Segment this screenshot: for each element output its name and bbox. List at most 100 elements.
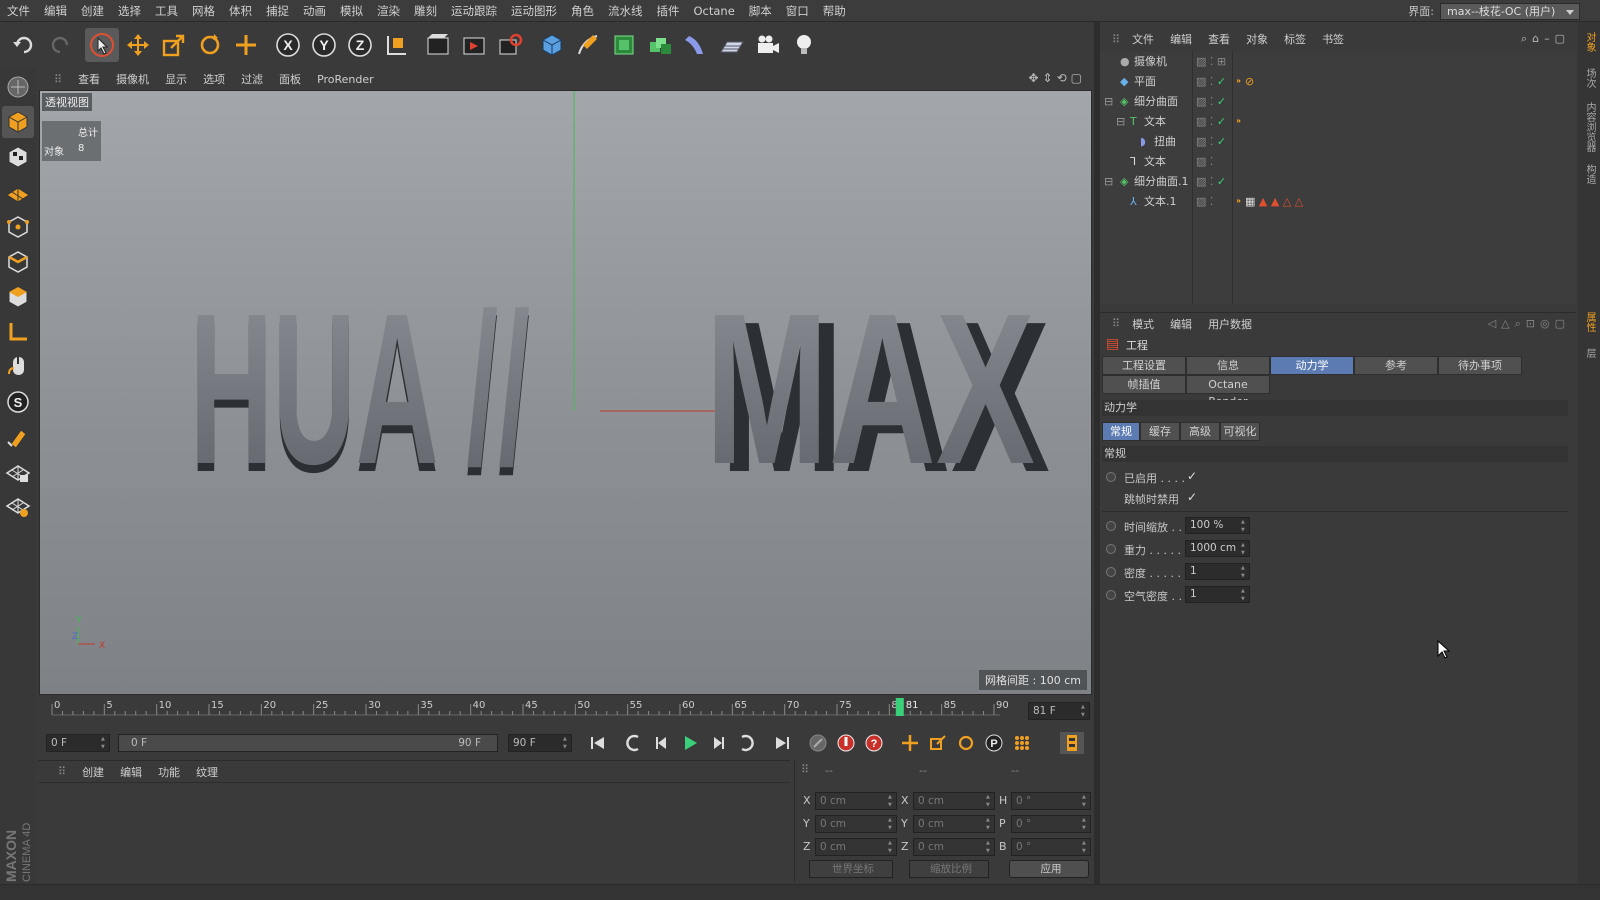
object-row[interactable]: ⊟ T 文本 ▨ ⁚ ✓ ⁍ <box>1100 112 1576 132</box>
om-menu-edit[interactable]: 编辑 <box>1162 31 1200 47</box>
go-to-start-icon[interactable] <box>586 732 610 754</box>
points-mode-icon[interactable] <box>2 211 34 243</box>
expand-icon[interactable]: ⊟ <box>1104 92 1113 112</box>
am-tool-icons[interactable]: ◁△⌕⊡◎▢ <box>1488 317 1570 331</box>
side-tab-objects[interactable]: 对象 <box>1581 32 1597 52</box>
visibility-toggle[interactable]: ▨ ⁚ ✓ <box>1196 92 1226 112</box>
om-menu-view[interactable]: 查看 <box>1200 31 1238 47</box>
size-z-field[interactable]: 0 cm <box>913 838 995 856</box>
snap-magnet-icon[interactable] <box>2 421 34 453</box>
om-menu-objects[interactable]: 对象 <box>1238 31 1276 47</box>
menu-pipeline[interactable]: 流水线 <box>601 0 650 22</box>
visibility-toggle[interactable]: ▨ ⁚ ✓ <box>1196 132 1226 152</box>
object-tree[interactable]: ● 摄像机 ▨ ⁚ ⊞ ◆ 平面 ▨ ⁚ ✓ ⁍ ⊘ ⊟ ◈ 细分曲面 ▨ ⁚ … <box>1100 52 1576 304</box>
visibility-toggle[interactable]: ▨ ⁚ <box>1196 152 1213 172</box>
tab-dynamics[interactable]: 动力学 <box>1270 356 1354 375</box>
anim-radio[interactable] <box>1106 472 1116 482</box>
mat-menu-texture[interactable]: 纹理 <box>188 764 226 780</box>
next-key-icon[interactable] <box>734 732 758 754</box>
size-x-field[interactable]: 0 cm <box>913 792 995 810</box>
world-coord-dropdown[interactable]: 世界坐标 <box>809 860 893 878</box>
side-tab-takes[interactable]: 场次 <box>1581 68 1597 88</box>
vp-menu-camera[interactable]: 摄像机 <box>108 71 157 87</box>
side-tab-layers[interactable]: 层 <box>1581 348 1597 358</box>
object-row[interactable]: ◗ 扭曲 ▨ ⁚ ✓ <box>1100 132 1576 152</box>
mat-menu-function[interactable]: 功能 <box>150 764 188 780</box>
object-row[interactable]: ⊟ ◈ 细分曲面 ▨ ⁚ ✓ <box>1100 92 1576 112</box>
tab-info[interactable]: 信息 <box>1186 356 1270 375</box>
model-mode-icon[interactable] <box>2 71 34 103</box>
apply-button[interactable]: 应用 <box>1009 860 1089 878</box>
density-field[interactable]: 1 <box>1185 563 1250 580</box>
mat-menu-edit[interactable]: 编辑 <box>112 764 150 780</box>
key-pla-icon[interactable] <box>1010 732 1034 754</box>
anim-radio[interactable] <box>1106 590 1116 600</box>
current-frame-field[interactable]: 81 F <box>1028 702 1090 720</box>
select-arrow-icon[interactable] <box>85 28 119 62</box>
layout-dropdown[interactable]: max--枝花-OC (用户) <box>1440 2 1580 20</box>
prev-key-icon[interactable] <box>622 732 646 754</box>
tab-octane-render[interactable]: Octane Render <box>1186 375 1270 408</box>
anim-radio[interactable] <box>1106 567 1116 577</box>
cube-primitive-icon[interactable] <box>535 28 569 62</box>
om-tool-icons[interactable]: ⌕⌂–▢ <box>1521 32 1570 46</box>
vp-menu-options[interactable]: 选项 <box>195 71 233 87</box>
floor-icon[interactable] <box>715 28 749 62</box>
gravity-field[interactable]: 1000 cm <box>1185 540 1250 557</box>
menu-script[interactable]: 脚本 <box>742 0 779 22</box>
size-y-field[interactable]: 0 cm <box>913 815 995 833</box>
time-scale-field[interactable]: 100 % <box>1185 517 1250 534</box>
mat-menu-create[interactable]: 创建 <box>74 764 112 780</box>
subdivision-icon[interactable] <box>607 28 641 62</box>
vp-menu-display[interactable]: 显示 <box>157 71 195 87</box>
menu-volume[interactable]: 体积 <box>222 0 259 22</box>
y-axis-icon[interactable]: Y <box>307 28 341 62</box>
perspective-viewport[interactable]: HUA // HUA // MAX MAX Y Z X 透视视图 总计 对象 8… <box>39 90 1092 695</box>
rot-h-field[interactable]: 0 ° <box>1011 792 1091 810</box>
anim-radio[interactable] <box>1106 521 1116 531</box>
camera-icon[interactable] <box>751 28 785 62</box>
next-frame-icon[interactable] <box>706 732 730 754</box>
menu-select[interactable]: 选择 <box>111 0 148 22</box>
grid-snap-icon[interactable] <box>2 491 34 523</box>
visibility-toggle[interactable]: ▨ ⁚ ✓ <box>1196 72 1226 92</box>
pos-z-field[interactable]: 0 cm <box>815 838 897 856</box>
rotate-icon[interactable] <box>193 28 227 62</box>
rot-p-field[interactable]: 0 ° <box>1011 815 1091 833</box>
expand-icon[interactable]: ⊟ <box>1116 112 1125 132</box>
pen-spline-icon[interactable] <box>571 28 605 62</box>
am-menu-mode[interactable]: 模式 <box>1124 316 1162 332</box>
om-menu-tags[interactable]: 标签 <box>1276 31 1314 47</box>
menu-create[interactable]: 创建 <box>74 0 111 22</box>
object-mode-icon[interactable] <box>2 106 34 138</box>
om-menu-file[interactable]: 文件 <box>1124 31 1162 47</box>
axis-mode-icon[interactable] <box>2 316 34 348</box>
workplane-lock-icon[interactable] <box>2 456 34 488</box>
z-axis-icon[interactable]: Z <box>343 28 377 62</box>
menu-help[interactable]: 帮助 <box>816 0 853 22</box>
vp-menu-view[interactable]: 查看 <box>70 71 108 87</box>
rot-b-field[interactable]: 0 ° <box>1011 838 1091 856</box>
solo-icon[interactable]: S <box>2 386 34 418</box>
material-area[interactable] <box>38 782 790 882</box>
material-tag-icon[interactable]: ⁍ ⊘ <box>1236 72 1254 92</box>
menu-sculpt[interactable]: 雕刻 <box>407 0 444 22</box>
am-menu-edit[interactable]: 编辑 <box>1162 316 1200 332</box>
menu-plugins[interactable]: 插件 <box>650 0 687 22</box>
tab-frame-interpolation[interactable]: 帧插值 <box>1102 375 1186 394</box>
move-add-icon[interactable] <box>229 28 263 62</box>
vp-menu-panel[interactable]: 面板 <box>271 71 309 87</box>
viewport-nav-icons[interactable]: ✥⇕⟲▢ <box>1028 71 1086 85</box>
render-view-icon[interactable] <box>457 28 491 62</box>
pos-y-field[interactable]: 0 cm <box>815 815 897 833</box>
anim-radio[interactable] <box>1106 544 1116 554</box>
menu-mesh[interactable]: 网格 <box>185 0 222 22</box>
undo-icon[interactable] <box>7 28 41 62</box>
menu-octane[interactable]: Octane <box>687 0 742 22</box>
menu-character[interactable]: 角色 <box>564 0 601 22</box>
visibility-toggle[interactable]: ▨ ⁚ ✓ <box>1196 112 1226 132</box>
key-position-icon[interactable] <box>898 732 922 754</box>
menu-snap[interactable]: 捕捉 <box>259 0 296 22</box>
menu-window[interactable]: 窗口 <box>779 0 816 22</box>
world-coord-icon[interactable] <box>379 28 413 62</box>
